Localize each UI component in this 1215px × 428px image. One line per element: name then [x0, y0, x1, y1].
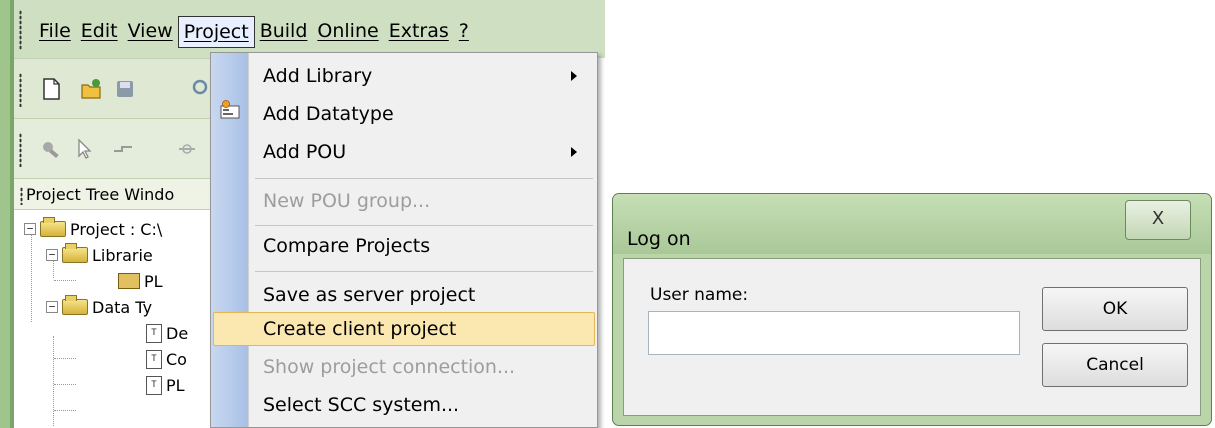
submenu-arrow-icon: [571, 147, 577, 157]
menu-edit[interactable]: Edit: [76, 16, 123, 48]
close-button[interactable]: X: [1125, 200, 1191, 240]
menu-item-add-library[interactable]: Add Library: [263, 65, 372, 87]
datatype-doc-icon: T: [146, 349, 162, 369]
logon-dialog: Log on X User name: OK Cancel: [612, 193, 1212, 426]
menu-build[interactable]: Build: [255, 16, 313, 48]
add-datatype-icon: [220, 100, 240, 119]
open-folder-icon[interactable]: [80, 77, 102, 101]
project-tree-title: Project Tree Windo: [26, 185, 175, 204]
project-tree-header: Project Tree Windo: [14, 178, 214, 210]
tree-grip-icon[interactable]: [20, 186, 23, 205]
standard-toolbar: [14, 58, 214, 118]
new-file-icon[interactable]: [40, 77, 62, 101]
breakpoint-icon[interactable]: [176, 137, 198, 161]
collapse-icon[interactable]: −: [46, 301, 58, 313]
folder-icon: [62, 243, 88, 263]
pointer-icon[interactable]: [74, 137, 96, 161]
tree-row-datatype[interactable]: T Co: [146, 346, 187, 372]
menu-project[interactable]: Project: [177, 16, 255, 48]
menu-file[interactable]: File: [34, 16, 76, 48]
dialog-title: Log on: [627, 228, 691, 250]
search-icon[interactable]: [190, 77, 212, 101]
menu-online[interactable]: Online: [312, 16, 383, 48]
ok-button[interactable]: OK: [1042, 287, 1188, 331]
menu-bar: File Edit View Project Build Online Extr…: [14, 0, 605, 58]
menu-separator: [255, 271, 593, 272]
toolbar2-grip-icon[interactable]: [19, 133, 22, 167]
application-window: File Edit View Project Build Online Extr…: [0, 0, 605, 428]
menu-item-add-datatype[interactable]: Add Datatype: [263, 103, 394, 125]
folder-icon: [40, 217, 66, 237]
submenu-arrow-icon: [571, 71, 577, 81]
folder-icon: [62, 295, 88, 315]
project-menu-dropdown: Add Library Add Datatype Add POU New POU…: [210, 52, 598, 428]
tree-label: De: [166, 323, 189, 343]
tree-row-libraries[interactable]: − Librarie: [46, 242, 153, 268]
tree-label: Project : C:\: [70, 219, 163, 239]
tree-row-library-item[interactable]: PL: [118, 268, 163, 294]
tree-label: PL: [144, 271, 163, 291]
user-name-label: User name:: [650, 285, 749, 305]
menu-extras[interactable]: Extras: [384, 16, 454, 48]
collapse-icon[interactable]: −: [46, 249, 58, 261]
wrench-icon[interactable]: [40, 137, 62, 161]
tree-row-data-types[interactable]: − Data Ty: [46, 294, 152, 320]
menu-view[interactable]: View: [123, 16, 178, 48]
toolbar-grip-icon[interactable]: [19, 73, 22, 107]
edit-toolbar: [14, 118, 214, 178]
menu-item-select-scc-system[interactable]: Select SCC system...: [263, 394, 459, 416]
menu-item-create-client-project[interactable]: Create client project: [263, 318, 456, 340]
menu-item-save-as-server-project[interactable]: Save as server project: [263, 284, 475, 306]
menu-item-new-pou-group: New POU group...: [263, 190, 431, 212]
dialog-titlebar[interactable]: [613, 194, 1211, 254]
tree-label: PL: [166, 375, 185, 395]
close-icon: X: [1151, 208, 1165, 229]
datatype-doc-icon: T: [146, 323, 162, 343]
tree-row-datatype[interactable]: T De: [146, 320, 188, 346]
menu-item-show-project-connection: Show project connection...: [263, 356, 516, 378]
tree-label: Librarie: [92, 245, 153, 265]
collapse-icon[interactable]: −: [24, 223, 36, 235]
menubar-grip-icon[interactable]: [19, 10, 22, 50]
cancel-button[interactable]: Cancel: [1042, 343, 1188, 387]
tree-label: Co: [166, 349, 187, 369]
menu-separator: [255, 178, 593, 179]
menu-help[interactable]: ?: [454, 16, 474, 48]
tree-label: Data Ty: [92, 297, 153, 317]
project-tree: − Project : C:\ − Librarie PL − Data Ty …: [14, 210, 214, 428]
library-icon: [118, 273, 140, 289]
user-name-input[interactable]: [648, 311, 1020, 355]
menu-item-compare-projects[interactable]: Compare Projects: [263, 235, 430, 257]
datatype-doc-icon: T: [146, 375, 162, 395]
connector-icon[interactable]: [112, 137, 134, 161]
dialog-body: User name: OK Cancel: [623, 258, 1201, 416]
save-icon[interactable]: [114, 77, 136, 101]
tree-row-datatype[interactable]: T PL: [146, 372, 185, 398]
tree-row-project[interactable]: − Project : C:\: [24, 216, 162, 242]
menu-item-add-pou[interactable]: Add POU: [263, 141, 346, 163]
menu-separator: [255, 225, 593, 226]
